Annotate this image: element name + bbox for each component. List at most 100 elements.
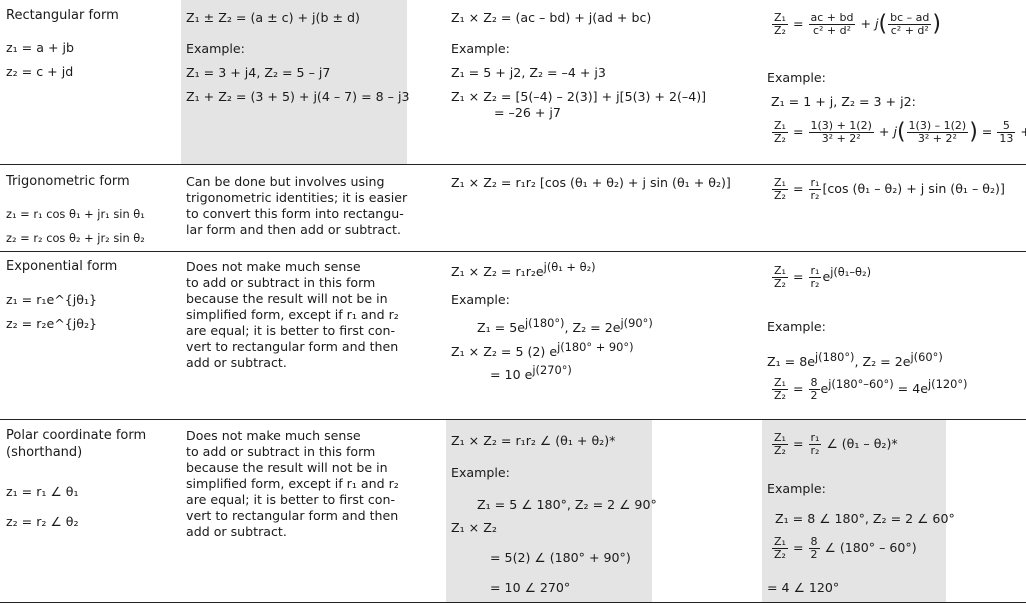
add-example-line: Z₁ + Z₂ = (3 + 5) + j(4 – 7) = 8 – j3 [186,89,410,104]
fraction-denominator: 3² + 2² [821,132,861,145]
fraction-denominator: 13 [999,132,1014,145]
add-description: Does not make much sense to add or subtr… [186,259,399,371]
fraction: 82 [808,377,820,402]
mul-example-label: Example: [451,41,510,56]
row-label: Exponential form [6,259,118,274]
text-line: because the result will not be in [186,460,388,475]
row-exponential: Exponential form z₁ = r₁e^{jθ₁} z₂ = r₂e… [0,252,1026,420]
exponent: j(120°) [927,377,968,391]
row-trigonometric: Trigonometric form z₁ = r₁ cos θ₁ + jr₁ … [0,165,1026,252]
fraction-denominator: 2 [810,548,818,561]
div-example-label: Example: [767,481,826,496]
fraction-denominator: Z₂ [774,277,786,291]
mul-example-line: = 5(2) ∠ (180° + 90°) [490,550,631,565]
parenthesis: ) [932,11,941,37]
text-line: add or subtract. [186,524,287,539]
fraction: Z₁ Z₂ [772,265,788,290]
fraction: r₁ r₂ [808,432,822,457]
text-line: vert to rectangular form and then [186,339,399,354]
mul-example-line: = 10 ∠ 270° [490,580,571,595]
mul-example-line: Z₁ × Z₂ [451,520,497,535]
div-example-label: Example: [767,70,826,85]
definition-z2: z₂ = c + jd [6,64,74,79]
fraction-denominator: Z₂ [774,189,786,202]
div-formula: Z₁ Z₂ = r₁ r₂ ej(θ₁–θ₂) [772,264,872,291]
div-formula: Z₁ Z₂ = ac + bd c² + d² + j(bc – ad c² + d²… [772,11,941,37]
add-description: Can be done but involves using trigonome… [186,174,407,238]
definition-z1: z₁ = r₁ cos θ₁ + jr₁ sin θ₁ [6,207,145,221]
definition-z2: z₂ = r₂ cos θ₂ + jr₂ sin θ₂ [6,231,145,245]
text-line: are equal; it is better to first con- [186,492,396,507]
text-line: Can be done but involves using [186,174,385,189]
text-line: Does not make much sense [186,428,361,443]
mul-example-line: Z₁ × Z₂ = [5(–4) – 2(3)] + j[5(3) + 2(–4… [451,89,707,104]
parenthesis: ( [896,119,906,145]
exponent: j(θ₁–θ₂) [830,265,872,279]
definition-z2: z₂ = r₂ ∠ θ₂ [6,514,79,529]
exponent: j(60°) [910,350,943,364]
mul-formula: Z₁ × Z₂ = r₁r₂ej(θ₁ + θ₂) [451,260,596,280]
definition-z1: z₁ = r₁e^{jθ₁} [6,292,98,307]
fraction-denominator: r₂ [810,277,820,291]
div-example-result: Z₁ Z₂ = 1(3) + 1(2) 3² + 2² + j(1(3) – 1(2… [772,119,1026,145]
fraction-denominator: c² + d² [890,24,929,37]
div-example-fraction: Z₁ Z₂ = 82 ∠ (180° – 60°) [772,535,917,561]
exponent: j(180°) [815,350,855,364]
div-example-line: Z₁ = 8ej(180°), Z₂ = 2ej(60°) [767,350,943,370]
div-example-line: Z₁ = 8 ∠ 180°, Z₂ = 2 ∠ 60° [775,511,955,526]
parenthesis: ) [969,119,978,145]
fraction: Z₁ Z₂ [772,377,788,402]
row-label: Trigonometric form [6,174,130,189]
fraction-denominator: r₂ [810,189,820,202]
text-line: because the result will not be in [186,291,388,306]
mul-example-line: Z₁ = 5 + j2, Z₂ = –4 + j3 [451,65,606,80]
mul-formula: Z₁ × Z₂ = r₁r₂ ∠ (θ₁ + θ₂)* [451,433,616,448]
fraction-denominator: r₂ [810,444,820,457]
fraction-denominator: c² + d² [812,24,852,37]
row-label-sub: (shorthand) [6,445,83,460]
text-line: lar form and then add or subtract. [186,222,401,237]
mul-example-line: Z₁ = 5ej(180°), Z₂ = 2ej(90°) [477,316,653,336]
fraction: 1(3) – 1(2) 3² + 2² [906,120,969,145]
mul-example-label: Example: [451,292,510,307]
fraction-denominator: Z₂ [774,24,786,37]
mul-example-line: Z₁ × Z₂ = 5 (2) ej(180° + 90°) [451,340,634,360]
div-formula: Z₁ Z₂ = r₁ r₂ ∠ (θ₁ – θ₂)* [772,431,898,457]
text-line: trigonometric identities; it is easier [186,190,408,205]
add-example-line: Z₁ = 3 + j4, Z₂ = 5 – j7 [186,65,331,80]
mul-example-line: Z₁ = 5 ∠ 180°, Z₂ = 2 ∠ 90° [477,497,657,512]
fraction: Z₁ Z₂ [772,12,788,37]
text-line: add or subtract. [186,355,287,370]
mul-example-line: = –26 + j7 [494,105,561,120]
fraction: bc – ad c² + d² [888,12,932,37]
exponent: j(180° + 90°) [557,340,634,354]
fraction-denominator: Z₂ [774,444,786,457]
mul-example-line: = 10 ej(270°) [490,363,572,383]
exponent: j(270°) [532,363,572,377]
definition-z2: z₂ = r₂e^{jθ₂} [6,316,98,331]
text-line: Does not make much sense [186,259,361,274]
row-label: Rectangular form [6,8,119,23]
div-example-result: = 4 ∠ 120° [767,580,840,595]
text-line: simplified form, except if r₁ and r₂ [186,476,399,491]
fraction-denominator: Z₂ [774,132,786,145]
fraction-denominator: 3² + 2² [917,132,957,145]
mul-formula: Z₁ × Z₂ = (ac – bd) + j(ad + bc) [451,10,652,25]
text-line: to add or subtract in this form [186,275,376,290]
row-label: Polar coordinate form [6,428,147,443]
text-line: vert to rectangular form and then [186,508,399,523]
row-polar: Polar coordinate form (shorthand) z₁ = r… [0,420,1026,603]
div-example-label: Example: [767,319,826,334]
text-line: to add or subtract in this form [186,444,376,459]
fraction: r₁ r₂ [808,265,822,291]
fraction: 5 13 [997,120,1016,145]
fraction: ac + bd c² + d² [808,12,856,37]
mul-example-label: Example: [451,465,510,480]
fraction: 82 [808,536,820,561]
div-example-line: Z₁ = 1 + j, Z₂ = 3 + j2: [771,94,916,109]
complex-operations-table: Rectangular form z₁ = a + jb z₂ = c + jd… [0,0,1026,604]
fraction-denominator: Z₂ [774,548,786,561]
exponent: j(θ₁ + θ₂) [543,260,596,274]
row-rectangular: Rectangular form z₁ = a + jb z₂ = c + jd… [0,0,1026,165]
text-line: are equal; it is better to first con- [186,323,396,338]
